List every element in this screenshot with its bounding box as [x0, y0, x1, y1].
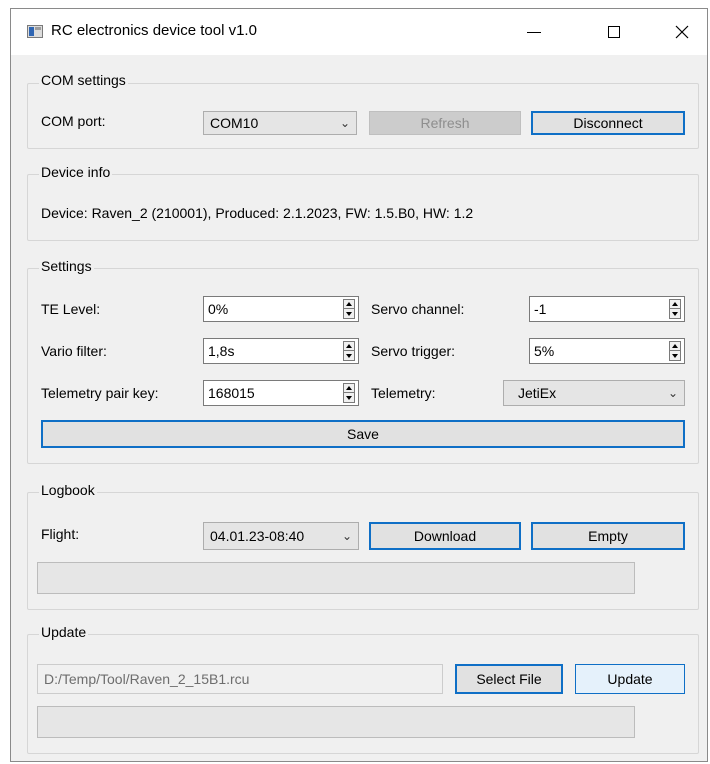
logbook-progress-bar [37, 562, 635, 594]
settings-title: Settings [39, 258, 94, 274]
com-port-select[interactable]: COM10 ⌄ [203, 111, 357, 135]
maximize-button[interactable] [591, 9, 637, 55]
telemetry-select[interactable]: JetiEx ⌄ [503, 380, 685, 406]
com-port-value: COM10 [210, 115, 259, 131]
te-level-label: TE Level: [41, 301, 101, 317]
minimize-icon [527, 31, 541, 33]
disconnect-button[interactable]: Disconnect [531, 111, 685, 135]
update-progress-bar [37, 706, 635, 738]
title-bar: RC electronics device tool v1.0 [11, 9, 707, 55]
save-button[interactable]: Save [41, 420, 685, 448]
pair-key-value: 168015 [208, 385, 255, 401]
refresh-button[interactable]: Refresh [369, 111, 521, 135]
servo-channel-label: Servo channel: [371, 301, 465, 317]
chevron-down-icon: ⌄ [667, 386, 678, 400]
app-icon [27, 25, 43, 38]
spin-arrows-icon[interactable] [343, 299, 355, 319]
chevron-down-icon: ⌄ [339, 116, 350, 130]
spin-arrows-icon[interactable] [343, 383, 355, 403]
chevron-down-icon: ⌄ [341, 529, 352, 543]
pair-key-label: Telemetry pair key: [41, 385, 159, 401]
main-window: RC electronics device tool v1.0 COM sett… [10, 8, 708, 762]
download-button[interactable]: Download [369, 522, 521, 550]
com-port-label: COM port: [41, 113, 106, 129]
servo-channel-value: -1 [534, 301, 547, 317]
flight-label: Flight: [41, 526, 80, 542]
servo-trigger-label: Servo trigger: [371, 343, 456, 359]
maximize-icon [608, 26, 620, 38]
close-icon [675, 25, 689, 39]
vario-filter-label: Vario filter: [41, 343, 107, 359]
select-file-button[interactable]: Select File [455, 664, 563, 694]
vario-filter-spinbox[interactable]: 1,8s [203, 338, 359, 364]
device-info-title: Device info [39, 164, 113, 180]
spin-arrows-icon[interactable] [669, 299, 681, 319]
flight-value: 04.01.23-08:40 [210, 528, 305, 544]
empty-button[interactable]: Empty [531, 522, 685, 550]
minimize-button[interactable] [511, 9, 557, 55]
telemetry-value: JetiEx [518, 385, 557, 401]
pair-key-spinbox[interactable]: 168015 [203, 380, 359, 406]
close-button[interactable] [659, 9, 705, 55]
window-title: RC electronics device tool v1.0 [51, 22, 257, 39]
spin-arrows-icon[interactable] [669, 341, 681, 361]
servo-channel-spinbox[interactable]: -1 [529, 296, 685, 322]
logbook-title: Logbook [39, 482, 97, 498]
servo-trigger-value: 5% [534, 343, 555, 359]
com-settings-title: COM settings [39, 72, 128, 88]
telemetry-label: Telemetry: [371, 385, 436, 401]
servo-trigger-spinbox[interactable]: 5% [529, 338, 685, 364]
file-path-field[interactable]: D:/Temp/Tool/Raven_2_15B1.rcu [37, 664, 443, 694]
spin-arrows-icon[interactable] [343, 341, 355, 361]
te-level-value: 0% [208, 301, 229, 317]
flight-select[interactable]: 04.01.23-08:40 ⌄ [203, 522, 359, 550]
te-level-spinbox[interactable]: 0% [203, 296, 359, 322]
update-title: Update [39, 624, 89, 640]
vario-filter-value: 1,8s [208, 343, 235, 359]
device-info-text: Device: Raven_2 (210001), Produced: 2.1.… [41, 205, 474, 221]
update-button[interactable]: Update [575, 664, 685, 694]
